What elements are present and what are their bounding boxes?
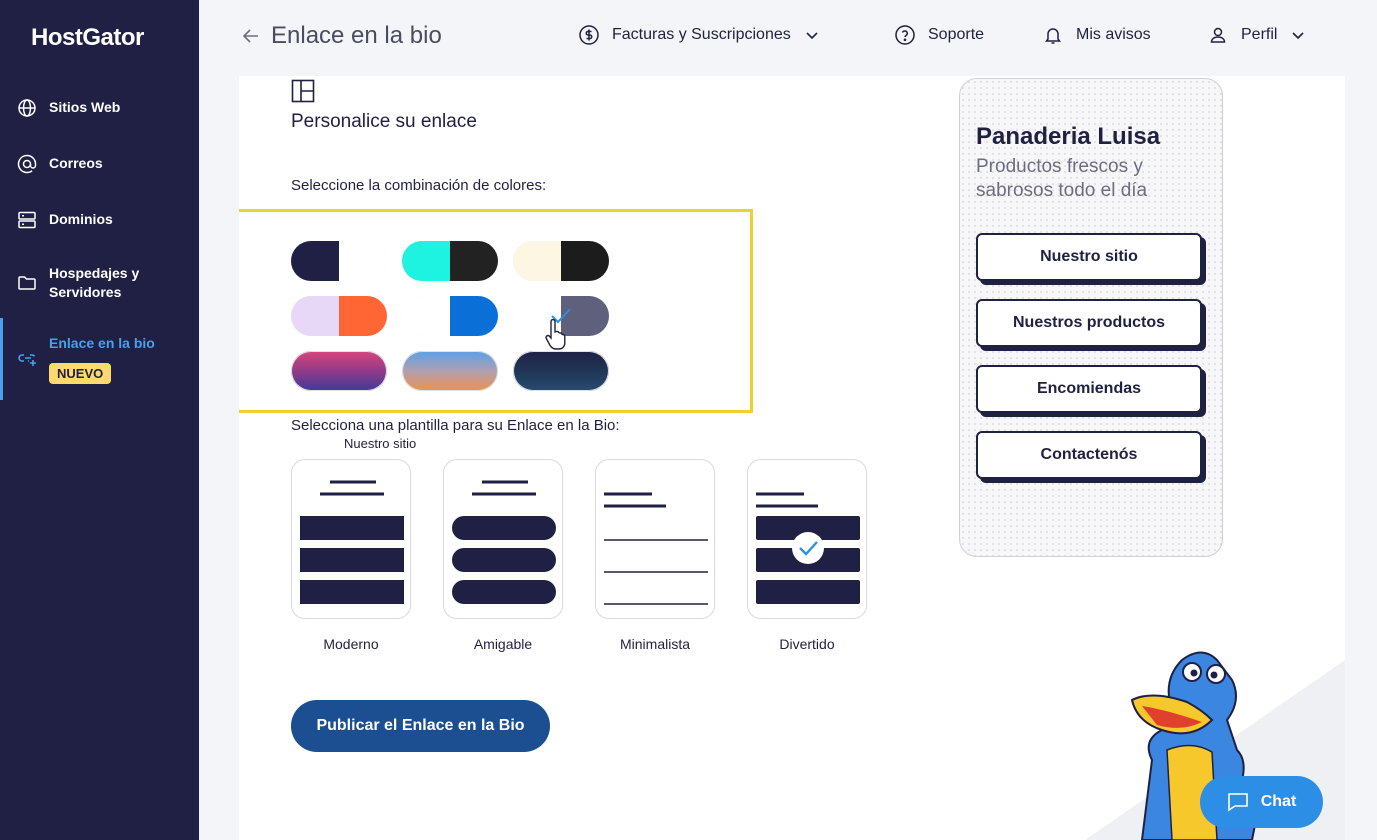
- layout-icon: [291, 79, 315, 103]
- help-circle-icon: [895, 25, 915, 45]
- billing-menu[interactable]: Facturas y Suscripciones: [578, 24, 819, 46]
- notices-link[interactable]: Mis avisos: [1042, 24, 1151, 46]
- sidebar-item-label: Enlace en la bio: [49, 335, 155, 351]
- profile-menu[interactable]: Perfil: [1207, 24, 1305, 46]
- link-plus-icon: [18, 354, 36, 366]
- color-swatch-7[interactable]: [291, 351, 387, 391]
- sidebar: HostGator Sitios Web Correos Dominios Ho…: [0, 0, 199, 840]
- support-label: Soporte: [928, 26, 985, 43]
- template-tooltip: Nuestro sitio: [344, 436, 417, 451]
- color-swatch-3[interactable]: [513, 241, 609, 281]
- sidebar-item-enlace-bio[interactable]: Enlace en la bio NUEVO: [0, 318, 199, 400]
- template-moderno-preview-icon: [300, 480, 404, 604]
- hostgator-logo[interactable]: HostGator: [31, 24, 144, 52]
- globe-icon: [18, 99, 36, 117]
- chevron-down-icon: [1292, 32, 1305, 40]
- template-name-divertido: Divertido: [779, 636, 835, 652]
- color-swatch-8[interactable]: [402, 351, 498, 391]
- template-card-amigable[interactable]: [443, 459, 563, 619]
- template-label: Selecciona una plantilla para su Enlace …: [291, 417, 620, 434]
- template-card-moderno[interactable]: [291, 459, 411, 619]
- template-name-moderno: Moderno: [323, 636, 379, 652]
- billing-label: Facturas y Suscripciones: [612, 26, 791, 43]
- color-swatch-5[interactable]: [402, 296, 498, 336]
- notices-label: Mis avisos: [1076, 26, 1151, 43]
- template-divertido-preview-icon: [756, 492, 860, 604]
- user-icon: [1210, 27, 1226, 43]
- preview-button-nuestros-productos[interactable]: Nuestros productos: [976, 299, 1202, 347]
- bell-icon: [1045, 28, 1061, 44]
- sidebar-item-hospedajes[interactable]: Hospedajes y Servidores: [0, 264, 199, 302]
- color-swatch-4[interactable]: [291, 296, 387, 336]
- color-swatch-1[interactable]: [291, 241, 387, 281]
- color-combination-label: Seleccione la combinación de colores:: [291, 177, 547, 194]
- template-amigable-preview-icon: [452, 480, 556, 604]
- chat-bubble-icon: [1227, 793, 1248, 812]
- sidebar-item-label: Correos: [49, 155, 103, 171]
- preview-button-encomiendas[interactable]: Encomiendas: [976, 365, 1202, 413]
- publish-bio-link-button[interactable]: Publicar el Enlace en la Bio: [291, 700, 550, 752]
- page-title: Enlace en la bio: [271, 22, 442, 49]
- folder-icon: [18, 276, 36, 290]
- preview-button-contactenos[interactable]: Contactenós: [976, 431, 1202, 479]
- color-swatch-2[interactable]: [402, 241, 498, 281]
- template-card-minimalista[interactable]: [595, 459, 715, 619]
- sidebar-item-label: Sitios Web: [49, 99, 121, 115]
- section-title: Personalice su enlace: [291, 111, 477, 132]
- template-minimalista-preview-icon: [604, 492, 708, 605]
- preview-title: Panaderia Luisa: [976, 123, 1161, 150]
- hand-pointer-cursor-icon: [545, 319, 566, 350]
- profile-label: Perfil: [1241, 26, 1278, 43]
- bio-link-preview: Panaderia Luisa Productos frescos y sabr…: [959, 78, 1223, 557]
- color-swatch-9[interactable]: [513, 351, 609, 391]
- support-link[interactable]: Soporte: [894, 24, 984, 46]
- preview-subtitle: Productos frescos y sabrosos todo el día: [976, 156, 1148, 201]
- sidebar-item-correos[interactable]: Correos: [0, 154, 199, 174]
- template-card-divertido-selected[interactable]: [747, 459, 867, 619]
- sidebar-item-label: Hospedajes y Servidores: [49, 265, 140, 300]
- top-header: Enlace en la bio Facturas y Suscripcione…: [199, 0, 1377, 76]
- at-icon: [17, 154, 37, 174]
- sidebar-item-label: Dominios: [49, 211, 113, 227]
- chat-label: Chat: [1260, 793, 1297, 810]
- new-badge: NUEVO: [49, 363, 112, 384]
- server-icon: [18, 211, 36, 229]
- template-name-amigable: Amigable: [473, 636, 533, 652]
- chevron-down-icon: [806, 32, 818, 40]
- arrow-left-icon: [242, 29, 258, 43]
- preview-button-nuestro-sitio[interactable]: Nuestro sitio: [976, 233, 1202, 281]
- template-name-minimalista: Minimalista: [619, 636, 690, 652]
- sidebar-item-dominios[interactable]: Dominios: [0, 210, 199, 230]
- dollar-circle-icon: [579, 25, 599, 45]
- sidebar-item-sitios-web[interactable]: Sitios Web: [0, 98, 199, 118]
- back-link[interactable]: Enlace en la bio: [241, 22, 442, 50]
- chat-button[interactable]: Chat: [1200, 776, 1323, 828]
